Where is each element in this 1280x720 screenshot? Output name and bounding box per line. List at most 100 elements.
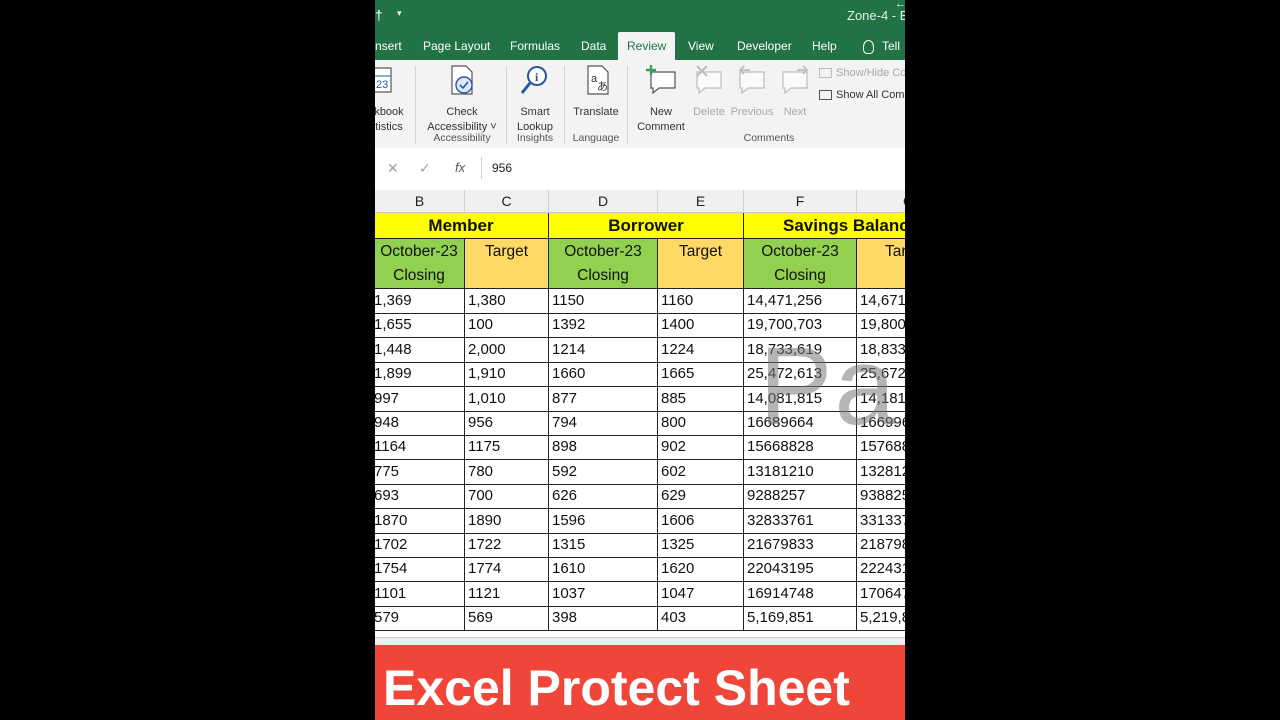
cell-e[interactable]: 1400 bbox=[658, 313, 744, 339]
column-header-d[interactable]: D bbox=[549, 190, 658, 212]
cell-c[interactable]: 700 bbox=[465, 484, 549, 510]
tab-tell-me[interactable]: Tell bbox=[863, 32, 900, 60]
cell-g[interactable]: 14,671 bbox=[857, 289, 905, 314]
cell-b[interactable]: 997 bbox=[375, 386, 465, 412]
cell-b[interactable]: 1702 bbox=[375, 533, 465, 558]
cell-f[interactable]: 13181210 bbox=[744, 459, 857, 485]
tab-developer[interactable]: Developer bbox=[737, 32, 792, 60]
tab-page-layout[interactable]: Page Layout bbox=[423, 32, 490, 60]
cell-g[interactable]: 19,800 bbox=[857, 313, 905, 339]
quick-access-icon[interactable]: † bbox=[375, 6, 385, 24]
cell-d[interactable]: 1315 bbox=[549, 533, 658, 558]
cell-g[interactable]: 5,219,8 bbox=[857, 606, 905, 632]
cell-b[interactable]: 1870 bbox=[375, 508, 465, 534]
subheader-target-borrower[interactable]: Target bbox=[658, 239, 744, 289]
cell-d[interactable]: 1392 bbox=[549, 313, 658, 339]
cell-g[interactable]: 218798 bbox=[857, 533, 905, 558]
cell-d[interactable]: 1037 bbox=[549, 581, 658, 607]
new-comment-button[interactable]: New Comment bbox=[633, 64, 689, 135]
cell-g[interactable]: 157688 bbox=[857, 435, 905, 461]
cell-c[interactable]: 1890 bbox=[465, 508, 549, 534]
cancel-icon[interactable]: ✕ bbox=[387, 160, 399, 177]
previous-comment-button[interactable]: Previous bbox=[729, 64, 775, 120]
check-accessibility-button[interactable]: Check Accessibility ˅ bbox=[423, 64, 501, 135]
cell-b[interactable]: 775 bbox=[375, 459, 465, 485]
cell-f[interactable]: 5,169,851 bbox=[744, 606, 857, 632]
cell-c[interactable]: 1,380 bbox=[465, 289, 549, 314]
cell-c[interactable]: 1,910 bbox=[465, 362, 549, 388]
subheader-target-savings[interactable]: Tar bbox=[857, 239, 905, 289]
cell-e[interactable]: 1665 bbox=[658, 362, 744, 388]
cell-g[interactable]: 331337 bbox=[857, 509, 905, 534]
cell-d[interactable]: 898 bbox=[549, 435, 658, 461]
cell-b[interactable]: 1,448 bbox=[375, 337, 465, 363]
cell-d[interactable]: 626 bbox=[549, 484, 658, 510]
cell-d[interactable]: 1610 bbox=[549, 557, 658, 583]
cell-c[interactable]: 1722 bbox=[465, 533, 549, 558]
subheader-target-member[interactable]: Target bbox=[465, 239, 549, 289]
cell-g[interactable]: 166996 bbox=[857, 411, 905, 436]
cell-g[interactable]: 132812 bbox=[857, 460, 905, 485]
cell-b[interactable]: 1,899 bbox=[375, 362, 465, 388]
cell-f[interactable]: 14,471,256 bbox=[744, 289, 857, 314]
enter-check-icon[interactable]: ✓ bbox=[419, 160, 431, 177]
cell-g[interactable]: 18,833 bbox=[857, 338, 905, 363]
cell-d[interactable]: 398 bbox=[549, 606, 658, 632]
cell-b[interactable]: 693 bbox=[375, 484, 465, 510]
cell-f[interactable]: 9288257 bbox=[744, 484, 857, 510]
cell-c[interactable]: 780 bbox=[465, 459, 549, 485]
column-header-e[interactable]: E bbox=[658, 190, 744, 212]
cell-f[interactable]: 16914748 bbox=[744, 581, 857, 607]
cell-e[interactable]: 1606 bbox=[658, 508, 744, 534]
formula-input[interactable]: 956 bbox=[481, 157, 905, 179]
column-header-f[interactable]: F bbox=[744, 190, 857, 212]
cell-e[interactable]: 800 bbox=[658, 411, 744, 436]
cell-e[interactable]: 403 bbox=[658, 606, 744, 632]
cell-g[interactable]: 25,672 bbox=[857, 362, 905, 388]
show-all-comments-button[interactable]: Show All Com bbox=[819, 89, 904, 101]
cell-b[interactable]: 948 bbox=[375, 411, 465, 436]
tab-formulas[interactable]: Formulas bbox=[510, 32, 560, 60]
show-hide-comment-button[interactable]: Show/Hide Co bbox=[819, 67, 905, 79]
cell-g[interactable]: 222431 bbox=[857, 557, 905, 583]
cell-b[interactable]: 1101 bbox=[375, 581, 465, 607]
cell-b[interactable]: 579 bbox=[375, 606, 465, 632]
tab-review[interactable]: Review bbox=[618, 32, 676, 60]
cell-f[interactable]: 18,733,619 bbox=[744, 337, 857, 363]
delete-comment-button[interactable]: Delete bbox=[689, 64, 729, 120]
cell-e[interactable]: 602 bbox=[658, 459, 744, 485]
cell-c[interactable]: 2,000 bbox=[465, 337, 549, 363]
cell-d[interactable]: 1596 bbox=[549, 508, 658, 534]
cell-f[interactable]: 21679833 bbox=[744, 533, 857, 558]
cell-b[interactable]: 1754 bbox=[375, 557, 465, 583]
cell-f[interactable]: 19,700,703 bbox=[744, 313, 857, 339]
cell-d[interactable]: 794 bbox=[549, 411, 658, 436]
column-header-c[interactable]: C bbox=[465, 190, 549, 212]
tab-view[interactable]: View bbox=[688, 32, 714, 60]
customize-quick-access-icon[interactable]: ▾ bbox=[397, 8, 402, 19]
cell-e[interactable]: 902 bbox=[658, 435, 744, 461]
cell-e[interactable]: 1325 bbox=[658, 533, 744, 558]
column-header-g[interactable]: G bbox=[857, 190, 905, 212]
tab-help[interactable]: Help bbox=[812, 32, 837, 60]
cell-e[interactable]: 1160 bbox=[658, 289, 744, 314]
header-borrower[interactable]: Borrower bbox=[549, 213, 744, 239]
cell-c[interactable]: 100 bbox=[465, 313, 549, 339]
worksheet-grid[interactable]: Member Borrower Savings Balanc October-2… bbox=[375, 213, 905, 645]
arrow-icon[interactable]: ← bbox=[895, 0, 905, 10]
cell-d[interactable]: 1150 bbox=[549, 289, 658, 314]
column-header-b[interactable]: B bbox=[375, 190, 465, 212]
tab-insert[interactable]: nsert bbox=[375, 32, 402, 60]
header-savings-balance[interactable]: Savings Balanc bbox=[744, 213, 905, 239]
cell-d[interactable]: 877 bbox=[549, 386, 658, 412]
workbook-statistics-button[interactable]: 23 kbook tistics bbox=[375, 64, 409, 135]
cell-e[interactable]: 629 bbox=[658, 484, 744, 510]
cell-f[interactable]: 16689664 bbox=[744, 411, 857, 436]
cell-c[interactable]: 956 bbox=[465, 411, 549, 436]
cell-e[interactable]: 1224 bbox=[658, 337, 744, 363]
cell-c[interactable]: 1774 bbox=[465, 557, 549, 583]
cell-e[interactable]: 885 bbox=[658, 386, 744, 412]
cell-f[interactable]: 32833761 bbox=[744, 508, 857, 534]
cell-e[interactable]: 1620 bbox=[658, 557, 744, 583]
subheader-closing-member[interactable]: October-23 Closing bbox=[375, 239, 465, 289]
